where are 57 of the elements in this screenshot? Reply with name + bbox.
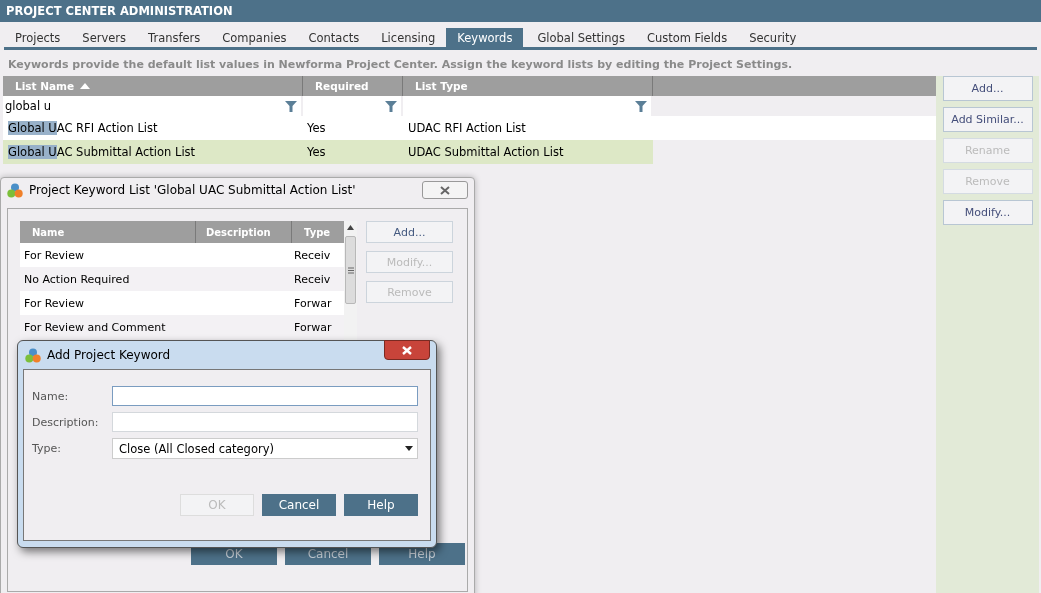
filter-field[interactable]	[403, 96, 651, 116]
tab[interactable]: Global Settings	[537, 28, 625, 47]
scrollbar[interactable]	[344, 221, 357, 341]
table-cell-text: Yes	[306, 120, 327, 137]
window-title: Project Keyword List 'Global UAC Submittal Action List'	[29, 183, 356, 197]
button[interactable]: Add Similar...	[942, 107, 1033, 132]
close-button[interactable]	[384, 340, 430, 360]
table-cell: Global UAC Submittal Action List	[3, 140, 303, 164]
field-label: Description:	[32, 415, 100, 429]
tab[interactable]: Contacts	[308, 28, 360, 47]
field-label: Type:	[32, 442, 62, 455]
header-bar: PROJECT CENTER ADMINISTRATION	[0, 0, 1041, 22]
tab[interactable]: Security	[749, 28, 797, 47]
tab[interactable]: Companies	[222, 28, 287, 47]
scroll-up-icon	[347, 225, 354, 230]
table-cell: Yes	[303, 140, 403, 164]
description-text: Keywords provide the default list values in Newforma Project Center. Assign the keyword lists by editing the Project Settings.	[7, 57, 794, 73]
table-cell-text: Global UAC RFI Action List	[7, 120, 159, 137]
button[interactable]: Help	[344, 494, 418, 516]
tab[interactable]: Keywords	[446, 28, 524, 47]
button[interactable]: Modify...	[942, 200, 1033, 225]
tab[interactable]: Custom Fields	[646, 28, 728, 47]
tab[interactable]: Licensing	[381, 28, 436, 47]
tab[interactable]: Projects	[15, 28, 61, 47]
table-cell-text: Receiv	[293, 271, 332, 288]
filter-icon	[285, 101, 297, 112]
filter-icon	[635, 101, 647, 112]
app-logo-icon	[25, 347, 41, 363]
table-cell-text: No Action Required	[23, 271, 131, 288]
close-icon	[402, 345, 412, 355]
close-icon	[440, 185, 450, 195]
table-cell-text: For Review and Comment	[23, 319, 167, 336]
dropdown[interactable]: Close (All Closed category)	[112, 438, 418, 459]
filter-field[interactable]	[303, 96, 401, 116]
button[interactable]: Add...	[942, 76, 1033, 101]
table-cell-text: Forwar	[293, 319, 333, 336]
filter-field[interactable]: global u	[3, 96, 301, 116]
scroll-thumb[interactable]	[345, 236, 356, 304]
close-button[interactable]	[422, 181, 468, 199]
field-label: Name:	[32, 389, 70, 403]
dropdown-caret-icon	[405, 446, 413, 451]
app-logo-icon	[7, 182, 23, 198]
grip-icon	[347, 266, 354, 274]
table-cell-text: UDAC RFI Action List	[407, 120, 527, 137]
table-cell-text: For Review	[23, 295, 85, 312]
column-header[interactable]: Type	[292, 221, 344, 243]
table-cell-text: Receiv	[293, 247, 332, 264]
button[interactable]: Add...	[366, 221, 453, 243]
filter-icon	[385, 101, 397, 112]
window-title: Add Project Keyword	[47, 348, 171, 362]
tab[interactable]: Transfers	[148, 28, 201, 47]
button[interactable]: Cancel	[262, 494, 336, 516]
table-cell-text: Forwar	[293, 295, 333, 312]
tab[interactable]: Servers	[82, 28, 127, 47]
input-field[interactable]	[112, 386, 418, 406]
table-cell-text: For Review	[23, 247, 85, 264]
table-cell: UDAC Submittal Action List	[403, 140, 653, 164]
